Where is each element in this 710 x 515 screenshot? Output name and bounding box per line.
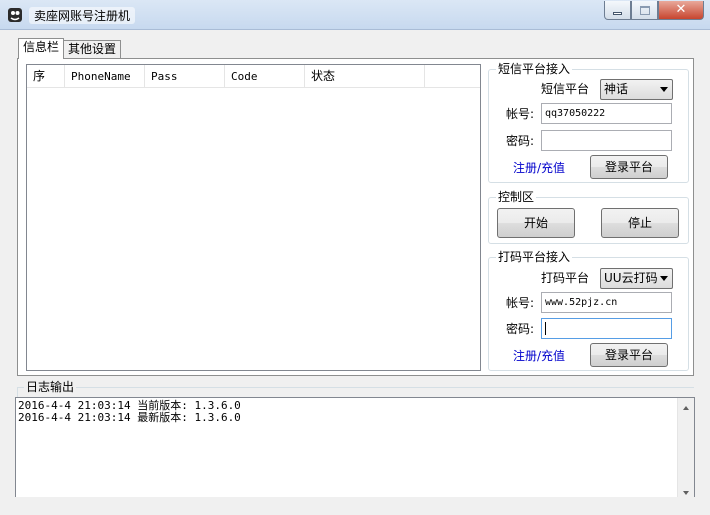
text-caret: [545, 321, 546, 335]
app-icon: [8, 8, 22, 22]
tab-panel: 序 PhoneName Pass Code 状态 短信平台接入 短信平台 神话 …: [17, 58, 694, 376]
column-header-filler: [425, 65, 480, 88]
sms-account-label: 帐号:: [506, 107, 535, 121]
captcha-platform-group: 打码平台接入 打码平台 UU云打码 帐号: www.52pjz.cn 密码: 注…: [488, 250, 689, 371]
captcha-password-input[interactable]: [541, 318, 672, 339]
sms-group-title: 短信平台接入: [496, 62, 573, 76]
sms-platform-value: 神话: [604, 82, 629, 96]
captcha-platform-label: 打码平台: [541, 271, 590, 285]
chevron-down-icon: [660, 276, 668, 281]
maximize-icon: [640, 6, 650, 15]
captcha-login-button[interactable]: 登录平台: [590, 343, 668, 367]
scroll-down-icon[interactable]: [683, 491, 689, 495]
captcha-account-label: 帐号:: [506, 296, 535, 310]
sms-platform-select[interactable]: 神话: [600, 79, 673, 100]
column-header-index[interactable]: 序: [27, 65, 65, 88]
control-group: 控制区 开始 停止: [488, 190, 689, 244]
minimize-icon: [613, 12, 622, 15]
column-header-pass[interactable]: Pass: [145, 65, 225, 88]
sms-login-button[interactable]: 登录平台: [590, 155, 668, 179]
captcha-account-input[interactable]: www.52pjz.cn: [541, 292, 672, 313]
sms-account-input[interactable]: qq37050222: [541, 103, 672, 124]
maximize-button[interactable]: [631, 1, 658, 20]
tab-strip: 信息栏 其他设置: [18, 38, 122, 59]
start-button[interactable]: 开始: [497, 208, 575, 238]
sms-platform-group: 短信平台接入 短信平台 神话 帐号: qq37050222 密码: 注册/充值 …: [488, 62, 689, 183]
log-line: 2016-4-4 21:03:14 最新版本: 1.3.6.0: [18, 411, 241, 424]
stop-button[interactable]: 停止: [601, 208, 679, 238]
log-output[interactable]: 2016-4-4 21:03:14 当前版本: 1.3.6.0 2016-4-4…: [15, 397, 695, 497]
sms-password-input[interactable]: [541, 130, 672, 151]
control-group-title: 控制区: [496, 190, 537, 204]
column-header-phone[interactable]: PhoneName: [65, 65, 145, 88]
chevron-down-icon: [660, 87, 668, 92]
main-window: 卖座网账号注册机 ✕ 信息栏 其他设置 序 PhoneName Pass Cod…: [0, 0, 710, 515]
captcha-platform-value: UU云打码: [604, 271, 658, 285]
scroll-up-icon[interactable]: [683, 406, 689, 410]
captcha-platform-select[interactable]: UU云打码: [600, 268, 673, 289]
sms-password-label: 密码:: [506, 134, 535, 148]
list-header: 序 PhoneName Pass Code 状态: [27, 65, 480, 88]
account-list[interactable]: 序 PhoneName Pass Code 状态: [26, 64, 481, 371]
captcha-group-title: 打码平台接入: [496, 250, 573, 264]
sms-platform-label: 短信平台: [541, 82, 590, 96]
column-header-code[interactable]: Code: [225, 65, 305, 88]
log-lines: 2016-4-4 21:03:14 当前版本: 1.3.6.0 2016-4-4…: [18, 400, 241, 424]
tab-other-settings[interactable]: 其他设置: [63, 40, 122, 58]
sms-register-link[interactable]: 注册/充值: [513, 160, 565, 176]
window-title: 卖座网账号注册机: [29, 7, 136, 24]
close-button[interactable]: ✕: [658, 1, 704, 20]
tab-info[interactable]: 信息栏: [18, 38, 65, 59]
log-scrollbar[interactable]: [677, 398, 694, 497]
log-title: 日志输出: [24, 380, 77, 394]
column-header-status[interactable]: 状态: [305, 65, 425, 88]
minimize-button[interactable]: [604, 1, 631, 20]
captcha-password-label: 密码:: [506, 322, 535, 336]
captcha-register-link[interactable]: 注册/充值: [513, 348, 565, 364]
close-icon: ✕: [675, 2, 687, 17]
window-controls: ✕: [604, 1, 704, 21]
title-bar[interactable]: 卖座网账号注册机 ✕: [0, 0, 710, 30]
